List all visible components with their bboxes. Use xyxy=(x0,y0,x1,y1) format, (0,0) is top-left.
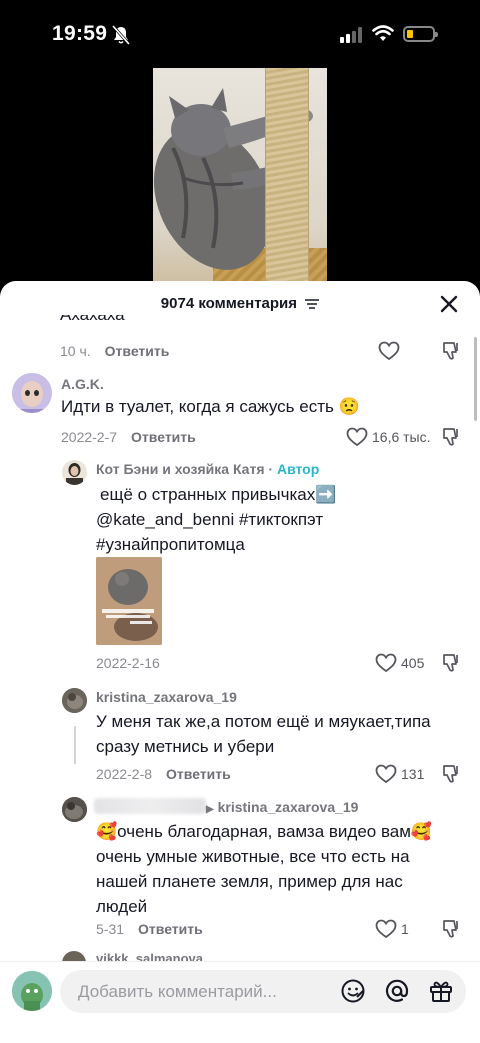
heart-icon xyxy=(375,764,397,784)
comment-meta: 10 ч. Ответить xyxy=(60,343,170,359)
avatar[interactable] xyxy=(62,797,87,822)
author-avatar[interactable] xyxy=(62,460,87,485)
like-count: 131 xyxy=(401,766,425,782)
comments-sheet: 9074 комментария Ахахаха 10 ч.Ответить xyxy=(0,281,480,1043)
author-username[interactable]: Кот Бэни и хозяйка Катя · Автор xyxy=(96,461,319,477)
scrollbar[interactable] xyxy=(474,337,477,421)
thread-line xyxy=(74,726,76,764)
comment-input[interactable]: Добавить комментарий... xyxy=(60,970,466,1013)
filter-icon[interactable] xyxy=(305,298,320,310)
reply-button[interactable]: Ответить xyxy=(138,921,203,937)
comment-meta: 5-31 Ответить xyxy=(96,921,203,937)
heart-icon[interactable] xyxy=(378,341,400,361)
hashtag-line[interactable]: @kate_and_benni #тиктокпэт xyxy=(96,507,336,532)
dislike-icon[interactable] xyxy=(442,341,462,361)
like-button[interactable]: 1 xyxy=(375,919,409,939)
my-avatar[interactable] xyxy=(12,971,52,1011)
bell-slash-icon xyxy=(112,25,130,45)
reply-to-label[interactable]: ▶ kristina_zaxarova_19 xyxy=(206,799,358,815)
blurred-username xyxy=(94,798,206,814)
mention-icon[interactable] xyxy=(384,978,410,1004)
dislike-icon[interactable] xyxy=(442,427,462,447)
comment-text: У меня так же,а потом ещё и мяукает,типа… xyxy=(96,712,431,756)
emoji-icon[interactable] xyxy=(340,978,366,1004)
video-preview[interactable] xyxy=(153,68,327,298)
play-right-icon: ▶ xyxy=(206,804,214,815)
author-badge: Автор xyxy=(276,461,320,477)
status-time: 19:59 xyxy=(52,22,108,45)
hashtag-line[interactable]: #узнайпропитомца xyxy=(96,532,336,557)
signal-icon xyxy=(340,27,362,43)
like-count: 16,6 тыс. xyxy=(372,429,431,445)
heart-icon xyxy=(346,427,368,447)
dislike-icon[interactable] xyxy=(442,653,462,673)
close-icon[interactable] xyxy=(438,293,460,315)
username[interactable]: A.G.K. xyxy=(61,376,104,392)
reply-button[interactable]: Ответить xyxy=(166,766,231,782)
comment-placeholder: Добавить комментарий... xyxy=(78,982,277,1001)
video-reply-thumbnail[interactable] xyxy=(96,557,162,645)
heart-icon xyxy=(375,919,397,939)
battery-icon xyxy=(403,26,438,42)
screen: 19:59 9074 комментария 10 ч. Ответить A.… xyxy=(0,0,480,1043)
dislike-icon[interactable] xyxy=(442,764,462,784)
username[interactable]: kristina_zaxarova_19 xyxy=(96,689,237,705)
heart-icon xyxy=(375,653,397,673)
avatar[interactable] xyxy=(62,688,87,713)
avatar-image xyxy=(62,460,87,485)
truncated-comment-text: Ахахаха xyxy=(60,315,125,327)
comment-text: ещё о странных привычках➡️ @kate_and_ben… xyxy=(96,482,336,557)
like-button[interactable]: 16,6 тыс. xyxy=(346,427,431,447)
gift-icon[interactable] xyxy=(428,978,454,1004)
avatar-image xyxy=(62,688,87,713)
username[interactable]: vikkk_salmanova xyxy=(96,953,203,961)
like-count: 1 xyxy=(401,921,409,937)
thumbnail-image xyxy=(96,557,162,645)
comment-input-bar: Добавить комментарий... xyxy=(0,961,480,1043)
avatar-image xyxy=(62,797,87,822)
avatar-image xyxy=(12,373,52,413)
status-bar: 19:59 xyxy=(0,0,480,70)
like-count: 405 xyxy=(401,655,425,671)
avatar[interactable] xyxy=(62,951,86,961)
dislike-icon[interactable] xyxy=(442,919,462,939)
wifi-icon xyxy=(372,25,394,41)
reply-button[interactable]: Ответить xyxy=(105,343,170,359)
sheet-title: 9074 комментария xyxy=(0,295,480,312)
comment-date: 2022-2-16 xyxy=(96,655,160,671)
like-button[interactable]: 405 xyxy=(375,653,424,673)
avatar[interactable] xyxy=(12,373,52,413)
comment-meta: 2022-2-8 Ответить xyxy=(96,766,231,782)
avatar-image xyxy=(12,971,52,1011)
comment-text: Идти в туалет, когда я сажусь есть 😟 xyxy=(61,397,360,416)
reply-button[interactable]: Ответить xyxy=(131,429,196,445)
comment-text: 🥰очень благодарная, вамза видео вам🥰 оче… xyxy=(96,822,433,916)
like-button[interactable]: 131 xyxy=(375,764,424,784)
comment-meta: 2022-2-7 Ответить xyxy=(61,429,196,445)
